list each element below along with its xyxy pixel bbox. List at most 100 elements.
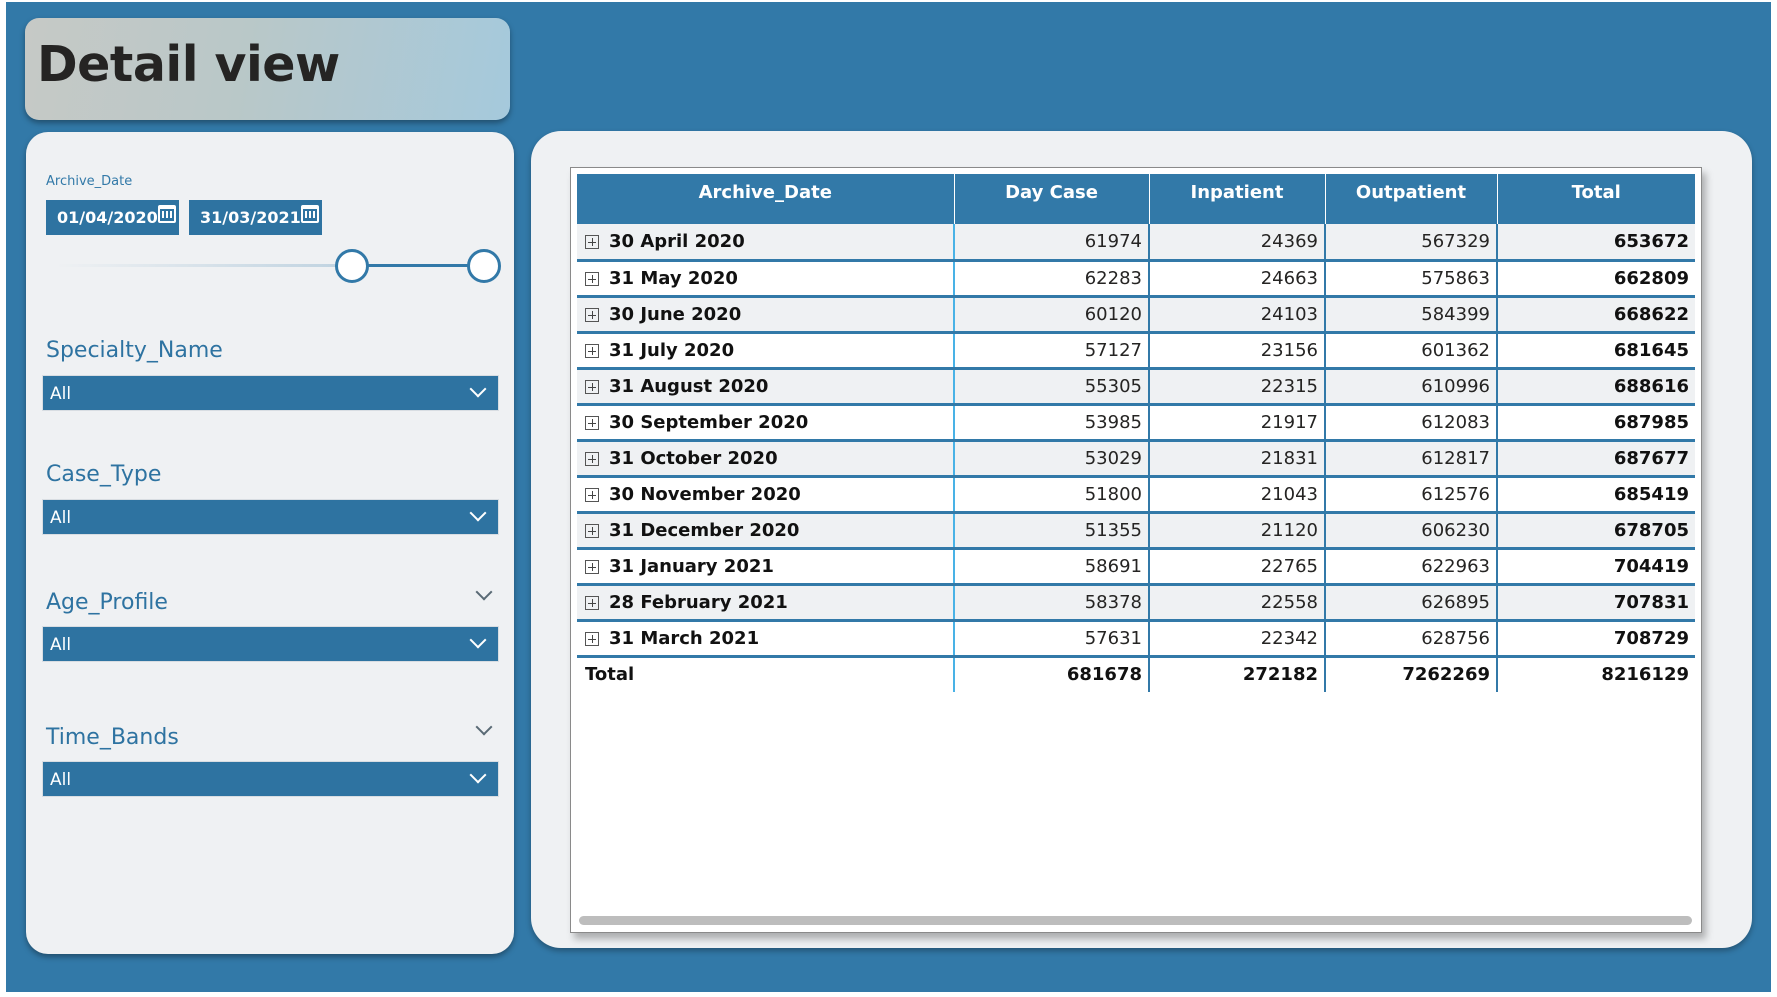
collapse-chevron-icon[interactable] xyxy=(475,718,493,736)
row-date-cell: 31 July 2020 xyxy=(577,332,955,370)
column-header-inpatient[interactable]: Inpatient xyxy=(1148,174,1325,224)
day-case-cell: 58691 xyxy=(954,548,1150,586)
expand-plus-icon[interactable] xyxy=(585,271,599,286)
day-case-cell: 61974 xyxy=(954,224,1150,262)
table-row: 31 August 2020 55305 22315 610996 688616 xyxy=(577,368,1695,406)
chevron-down-icon xyxy=(469,504,487,522)
expand-plus-icon[interactable] xyxy=(585,631,599,646)
matrix-visual: Archive_Date Day Case Inpatient Outpatie… xyxy=(570,167,1702,933)
day-case-cell: 57127 xyxy=(954,332,1150,370)
row-date-label: 31 July 2020 xyxy=(609,339,735,361)
day-case-cell: 58378 xyxy=(954,584,1150,622)
day-case-cell: 51355 xyxy=(954,512,1150,550)
horizontal-scrollbar[interactable] xyxy=(579,916,1692,925)
total-cell: 704419 xyxy=(1497,548,1695,586)
table-row: 31 January 2021 58691 22765 622963 70441… xyxy=(577,548,1695,586)
outpatient-cell: 622963 xyxy=(1325,548,1498,586)
outpatient-cell: 612576 xyxy=(1325,476,1498,514)
case-type-value: All xyxy=(50,508,72,528)
expand-plus-icon[interactable] xyxy=(585,379,599,394)
inpatient-cell: 22558 xyxy=(1149,584,1326,622)
row-date-label: 31 January 2021 xyxy=(609,555,774,577)
inpatient-cell: 22765 xyxy=(1149,548,1326,586)
expand-plus-icon[interactable] xyxy=(585,451,599,466)
expand-plus-icon[interactable] xyxy=(585,559,599,574)
outpatient-cell: 575863 xyxy=(1325,260,1498,298)
table-row: 31 December 2020 51355 21120 606230 6787… xyxy=(577,512,1695,550)
end-date-value: 31/03/2021 xyxy=(200,208,301,227)
inpatient-cell: 24369 xyxy=(1149,224,1326,262)
table-row: 31 May 2020 62283 24663 575863 662809 xyxy=(577,260,1695,298)
row-date-label: 30 November 2020 xyxy=(609,483,801,505)
age-profile-dropdown[interactable]: All xyxy=(42,626,499,662)
day-case-total: 681678 xyxy=(954,656,1150,692)
chevron-down-icon xyxy=(469,766,487,784)
row-date-label: 28 February 2021 xyxy=(609,591,788,613)
total-cell: 708729 xyxy=(1497,620,1695,658)
total-cell: 688616 xyxy=(1497,368,1695,406)
day-case-cell: 60120 xyxy=(954,296,1150,334)
column-header-outpatient[interactable]: Outpatient xyxy=(1324,174,1497,224)
row-date-cell: 30 April 2020 xyxy=(577,224,955,262)
date-range-start-handle[interactable] xyxy=(335,249,369,283)
matrix-table: Archive_Date Day Case Inpatient Outpatie… xyxy=(577,174,1695,692)
expand-plus-icon[interactable] xyxy=(585,523,599,538)
row-date-cell: 31 December 2020 xyxy=(577,512,955,550)
inpatient-cell: 22342 xyxy=(1149,620,1326,658)
total-cell: 653672 xyxy=(1497,224,1695,262)
start-date-input[interactable]: 01/04/2020 xyxy=(46,200,179,235)
header-row: Archive_Date Day Case Inpatient Outpatie… xyxy=(577,174,1695,224)
total-cell: 662809 xyxy=(1497,260,1695,298)
grand-total: 8216129 xyxy=(1497,656,1695,692)
row-date-label: 30 September 2020 xyxy=(609,411,809,433)
specialty-dropdown[interactable]: All xyxy=(42,375,499,411)
outpatient-cell: 601362 xyxy=(1325,332,1498,370)
inpatient-total: 272182 xyxy=(1149,656,1326,692)
expand-plus-icon[interactable] xyxy=(585,307,599,322)
column-header-day-case[interactable]: Day Case xyxy=(953,174,1149,224)
outpatient-cell: 610996 xyxy=(1325,368,1498,406)
archive-date-label: Archive_Date xyxy=(46,174,133,189)
case-type-dropdown[interactable]: All xyxy=(42,499,499,535)
time-bands-dropdown[interactable]: All xyxy=(42,761,499,797)
column-header-total[interactable]: Total xyxy=(1496,174,1695,224)
row-date-cell: 31 January 2021 xyxy=(577,548,955,586)
outpatient-cell: 628756 xyxy=(1325,620,1498,658)
table-row: 30 November 2020 51800 21043 612576 6854… xyxy=(577,476,1695,514)
expand-plus-icon[interactable] xyxy=(585,234,599,249)
collapse-chevron-icon[interactable] xyxy=(475,583,493,601)
column-header-archive-date[interactable]: Archive_Date xyxy=(577,174,954,224)
total-cell: 707831 xyxy=(1497,584,1695,622)
table-row: 30 April 2020 61974 24369 567329 653672 xyxy=(577,224,1695,262)
row-date-cell: 31 October 2020 xyxy=(577,440,955,478)
row-date-cell: 31 May 2020 xyxy=(577,260,955,298)
table-row: 31 October 2020 53029 21831 612817 68767… xyxy=(577,440,1695,478)
inpatient-cell: 22315 xyxy=(1149,368,1326,406)
calendar-icon[interactable] xyxy=(158,205,176,223)
calendar-icon[interactable] xyxy=(301,205,319,223)
date-range-end-handle[interactable] xyxy=(467,249,501,283)
day-case-cell: 55305 xyxy=(954,368,1150,406)
expand-plus-icon[interactable] xyxy=(585,415,599,430)
inpatient-cell: 24103 xyxy=(1149,296,1326,334)
total-cell: 668622 xyxy=(1497,296,1695,334)
expand-plus-icon[interactable] xyxy=(585,343,599,358)
day-case-cell: 51800 xyxy=(954,476,1150,514)
row-date-cell: 30 September 2020 xyxy=(577,404,955,442)
totals-label: Total xyxy=(577,656,955,692)
total-cell: 687985 xyxy=(1497,404,1695,442)
table-row: 30 September 2020 53985 21917 612083 687… xyxy=(577,404,1695,442)
expand-plus-icon[interactable] xyxy=(585,487,599,502)
specialty-value: All xyxy=(50,384,72,404)
expand-plus-icon[interactable] xyxy=(585,595,599,610)
end-date-input[interactable]: 31/03/2021 xyxy=(189,200,322,235)
outpatient-cell: 612083 xyxy=(1325,404,1498,442)
outpatient-cell: 626895 xyxy=(1325,584,1498,622)
total-cell: 681645 xyxy=(1497,332,1695,370)
table-row: 31 July 2020 57127 23156 601362 681645 xyxy=(577,332,1695,370)
time-bands-value: All xyxy=(50,770,72,790)
table-row: 28 February 2021 58378 22558 626895 7078… xyxy=(577,584,1695,622)
row-date-cell: 28 February 2021 xyxy=(577,584,955,622)
chevron-down-icon xyxy=(469,380,487,398)
row-date-label: 31 March 2021 xyxy=(609,627,760,649)
